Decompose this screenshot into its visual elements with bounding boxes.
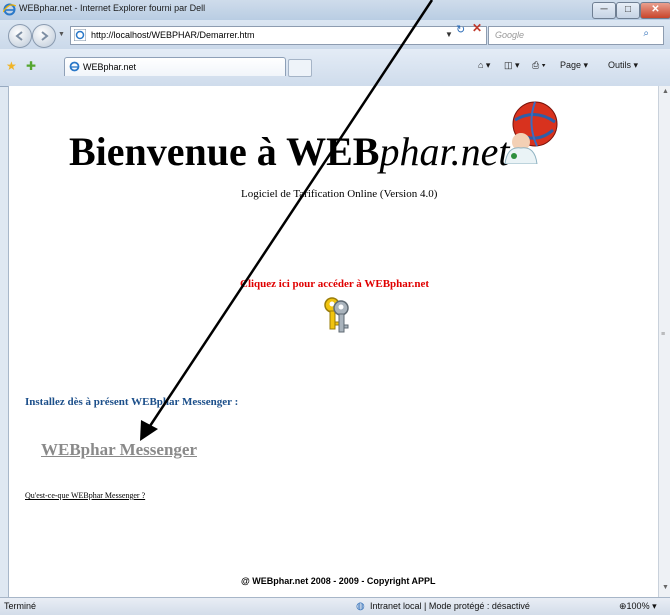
welcome-heading: Bienvenue à WEBphar.net [69,128,509,175]
welcome-suffix: phar.net [379,129,510,174]
url-text[interactable]: http://localhost/WEBPHAR/Demarrer.htm [91,30,255,40]
back-arrow-icon [15,31,23,41]
security-zone[interactable]: ◍ Intranet local | Mode protégé : désact… [356,601,530,612]
scroll-up-icon[interactable]: ▲ [662,88,669,95]
maximize-button[interactable]: □ [616,2,640,19]
close-button[interactable]: ✕ [640,2,670,19]
back-button[interactable] [8,24,32,48]
ie-logo-icon [3,3,16,16]
refresh-icon[interactable]: ↻ [456,23,465,36]
window-title: WEBphar.net - Internet Explorer fourni p… [19,3,206,13]
add-favorites-icon[interactable]: ✚ [26,59,36,73]
status-text: Terminé [4,601,37,611]
forward-arrow-icon [41,31,49,41]
keys-icon[interactable] [319,296,355,334]
tab-ie-icon [69,61,80,72]
status-bar: Terminé ◍ Intranet local | Mode protégé … [0,597,670,615]
install-messenger-heading: Installez dès à présent WEBphar Messenge… [25,396,239,408]
webphar-messenger-link[interactable]: WEBphar Messenger [41,440,197,460]
print-icon[interactable]: ⎙ ▾ [532,60,545,71]
search-placeholder: Google [495,30,525,40]
new-tab-button[interactable] [288,59,312,77]
address-toolbar: ▼ http://localhost/WEBPHAR/Demarrer.htm … [0,20,670,49]
minimize-button[interactable]: ─ [592,2,616,19]
subtitle: Logiciel de Tarification Online (Version… [241,188,438,200]
search-icon[interactable]: ⌕ [643,28,649,39]
address-field[interactable]: http://localhost/WEBPHAR/Demarrer.htm ▼ [70,26,487,45]
recent-pages-dropdown-icon[interactable]: ▼ [58,31,65,38]
doctor-globe-logo-icon [504,101,558,164]
scroll-down-icon[interactable]: ▼ [662,584,669,591]
access-webphar-link[interactable]: Cliquez ici pour accéder à WEBphar.net [240,278,429,290]
zoom-text: 100% [626,601,650,611]
intranet-globe-icon: ◍ [356,601,365,612]
stop-icon[interactable]: ✕ [472,21,482,35]
welcome-prefix: Bienvenue à WEB [69,129,380,174]
search-input[interactable]: Google ⌕ [488,26,664,45]
tab-webphar[interactable]: WEBphar.net [64,57,286,76]
what-is-messenger-link[interactable]: Qu'est-ce-que WEBphar Messenger ? [25,491,145,500]
security-zone-text: Intranet local | Mode protégé : désactiv… [370,601,530,611]
tab-label: WEBphar.net [83,62,137,72]
title-bar: WEBphar.net - Internet Explorer fourni p… [0,0,670,21]
scroll-grip-icon[interactable]: ≡ [661,331,668,341]
page-menu[interactable]: Page ▾ [560,60,588,71]
zoom-icon: ⊕ [619,601,627,611]
page-content: Bienvenue à WEBphar.net Logiciel de Tari… [8,86,659,597]
page-ie-icon [74,29,86,41]
vertical-scrollbar[interactable]: ▲ ≡ ▼ [658,86,670,597]
address-dropdown-icon[interactable]: ▼ [445,30,453,39]
copyright-text: @ WEBphar.net 2008 - 2009 - Copyright AP… [241,576,436,586]
zoom-level[interactable]: ⊕100% ▾ [619,601,657,612]
feeds-icon[interactable]: ◫ ▾ [504,60,520,71]
tools-menu[interactable]: Outils ▾ [608,60,638,71]
favorites-star-icon[interactable]: ★ [6,59,17,73]
tab-bar: ★ ✚ WEBphar.net ⌂ ▾ ◫ ▾ ⎙ ▾ Page ▾ Outil… [0,49,670,87]
home-icon[interactable]: ⌂ ▾ [478,60,490,71]
forward-button[interactable] [32,24,56,48]
